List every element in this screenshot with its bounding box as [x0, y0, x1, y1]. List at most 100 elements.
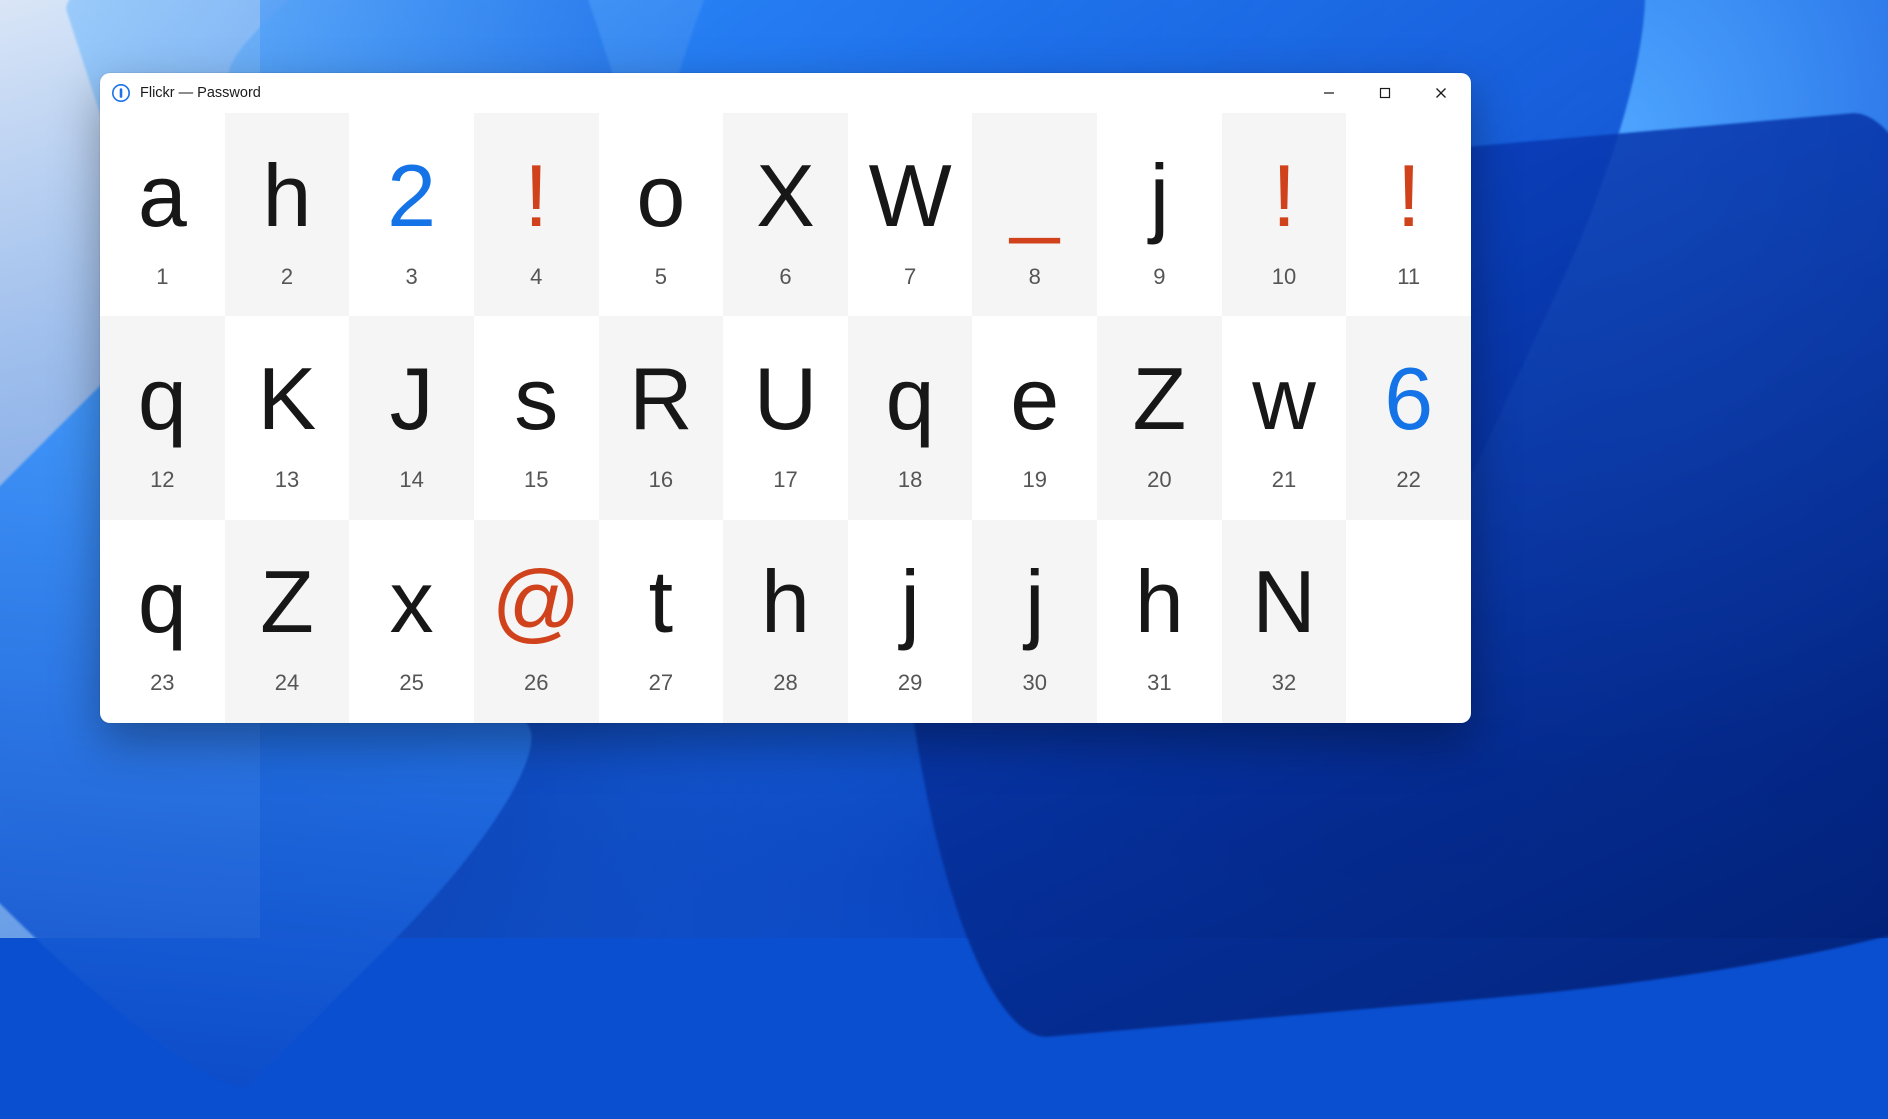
password-char-cell: X6 [723, 113, 848, 316]
password-char-index: 17 [773, 469, 797, 491]
password-char-cell: t 27 [599, 520, 724, 723]
password-char-cell: R 16 [599, 316, 724, 519]
password-char: X [756, 152, 815, 240]
password-char: J [390, 355, 434, 443]
password-char-cell: j 30 [972, 520, 1097, 723]
password-char: j [1025, 558, 1045, 646]
password-char-cell: U 17 [723, 316, 848, 519]
password-char: Z [1133, 355, 1187, 443]
password-char: @ [492, 558, 581, 646]
password-char: o [636, 152, 685, 240]
password-char-index: 26 [524, 672, 548, 694]
onepassword-icon [112, 84, 130, 102]
password-char-index: 4 [530, 266, 542, 288]
password-char-cell: !4 [474, 113, 599, 316]
password-char: w [1252, 355, 1316, 443]
password-char-index: 20 [1147, 469, 1171, 491]
password-char-cell: Z 20 [1097, 316, 1222, 519]
password-char-index: 22 [1396, 469, 1420, 491]
password-char: j [900, 558, 920, 646]
password-char: ! [1396, 152, 1420, 240]
maximize-button[interactable] [1357, 73, 1413, 113]
password-char-cell: ! 11 [1346, 113, 1471, 316]
password-char-index: 13 [275, 469, 299, 491]
password-char-index: 18 [898, 469, 922, 491]
password-char: K [258, 355, 317, 443]
password-char-index: 24 [275, 672, 299, 694]
password-char-cell: q 12 [100, 316, 225, 519]
password-char-index: 1 [156, 266, 168, 288]
password-char-index: 19 [1023, 469, 1047, 491]
password-char-index: 10 [1272, 266, 1296, 288]
titlebar[interactable]: Flickr — Password [100, 73, 1471, 113]
password-char: 6 [1384, 355, 1433, 443]
password-char-cell: a1 [100, 113, 225, 316]
password-char-cell: j 29 [848, 520, 973, 723]
password-char-index: 12 [150, 469, 174, 491]
password-char-index: 8 [1029, 266, 1041, 288]
password-char: s [514, 355, 558, 443]
password-char-cell: q 23 [100, 520, 225, 723]
password-char-cell: x 25 [349, 520, 474, 723]
password-char: ! [524, 152, 548, 240]
window-title: Flickr — Password [140, 85, 261, 101]
password-char-cell: W7 [848, 113, 973, 316]
password-char: q [138, 558, 187, 646]
password-char-cell: q18 [848, 316, 973, 519]
password-char: U [754, 355, 818, 443]
password-char-cell: J 14 [349, 316, 474, 519]
password-char-cell: e 19 [972, 316, 1097, 519]
close-button[interactable] [1413, 73, 1469, 113]
password-char-index: 27 [649, 672, 673, 694]
password-char-index: 15 [524, 469, 548, 491]
password-char: ! [1272, 152, 1296, 240]
password-char: 2 [387, 152, 436, 240]
password-char: e [1010, 355, 1059, 443]
password-char-cell: N 32 [1222, 520, 1347, 723]
password-char-index: 32 [1272, 672, 1296, 694]
password-char-index: 7 [904, 266, 916, 288]
password-char-cell: 6 22 [1346, 316, 1471, 519]
password-char: h [262, 152, 311, 240]
password-char: Z [260, 558, 314, 646]
password-char: t [649, 558, 673, 646]
password-char-index: 9 [1153, 266, 1165, 288]
password-char-index: 21 [1272, 469, 1296, 491]
password-char: a [138, 152, 187, 240]
password-char-index: 25 [399, 672, 423, 694]
password-char-cell: ! 10 [1222, 113, 1347, 316]
password-char-cell: j9 [1097, 113, 1222, 316]
password-char: x [390, 558, 434, 646]
password-char: h [761, 558, 810, 646]
password-char-cell: K 13 [225, 316, 350, 519]
password-char-cell: h28 [723, 520, 848, 723]
password-char: _ [1010, 152, 1059, 240]
minimize-button[interactable] [1301, 73, 1357, 113]
password-char-cell: o5 [599, 113, 724, 316]
password-char-index: 16 [649, 469, 673, 491]
password-char-index: 31 [1147, 672, 1171, 694]
password-char: R [629, 355, 693, 443]
password-char-cell: Z 24 [225, 520, 350, 723]
password-char-cell: @26 [474, 520, 599, 723]
password-char: q [138, 355, 187, 443]
password-char-index: 23 [150, 672, 174, 694]
password-char-cell: h2 [225, 113, 350, 316]
password-char: N [1252, 558, 1316, 646]
password-char-index: 29 [898, 672, 922, 694]
password-char-index: 2 [281, 266, 293, 288]
password-char-cell: _8 [972, 113, 1097, 316]
password-char-index: 5 [655, 266, 667, 288]
password-char-index: 6 [779, 266, 791, 288]
password-char: W [869, 152, 952, 240]
password-grid: a1h223!4o5X6W7_8j9!10!11q12K13J14s15R16U… [100, 113, 1471, 723]
password-char: j [1150, 152, 1170, 240]
password-char: h [1135, 558, 1184, 646]
password-char-index: 3 [405, 266, 417, 288]
password-char-cell: w 21 [1222, 316, 1347, 519]
password-char-index: 11 [1397, 266, 1420, 288]
password-char-index: 14 [399, 469, 423, 491]
password-char-cell: s 15 [474, 316, 599, 519]
password-char-cell: h 31 [1097, 520, 1222, 723]
password-char-index: 30 [1023, 672, 1047, 694]
